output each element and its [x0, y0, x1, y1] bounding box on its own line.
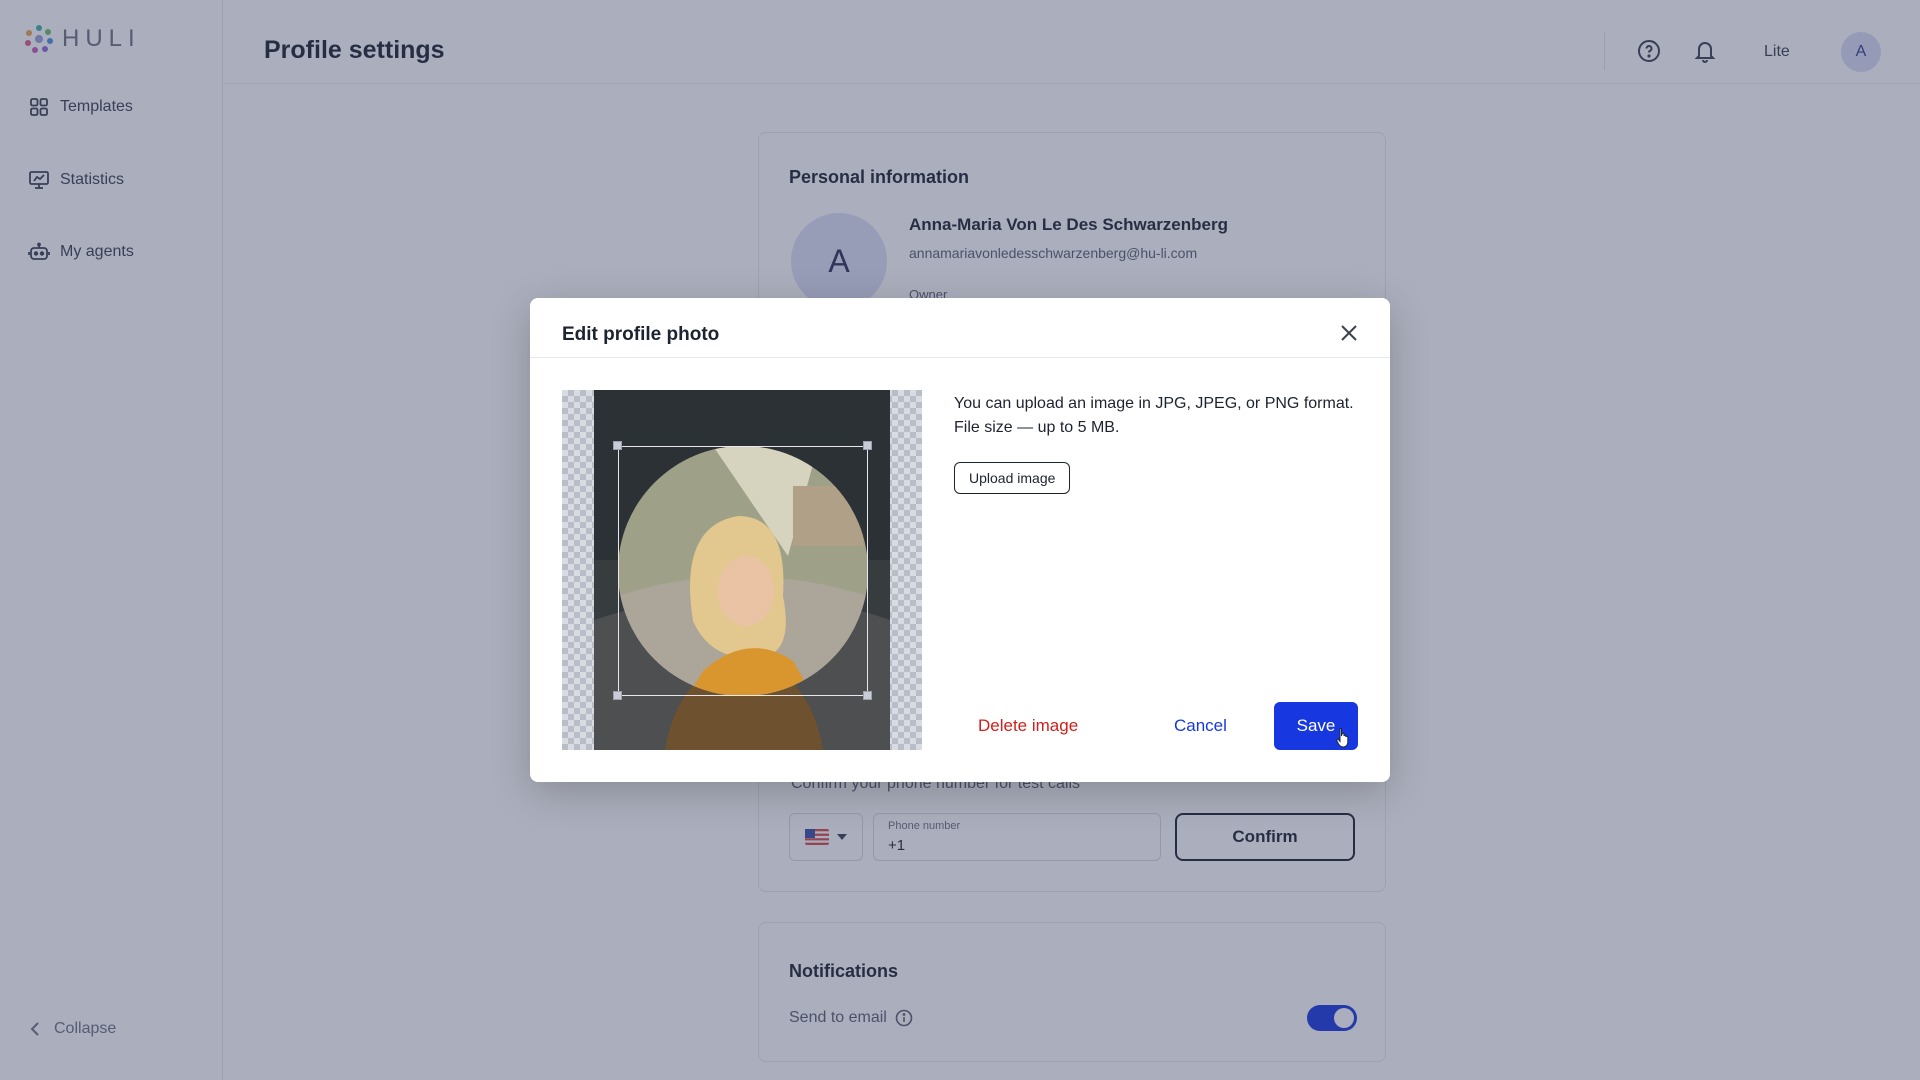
crop-handle-top-right[interactable] [863, 441, 872, 450]
upload-size-text: File size — up to 5 MB. [954, 419, 1120, 436]
modal-title: Edit profile photo [562, 324, 720, 345]
pointer-cursor-icon [1336, 728, 1349, 748]
upload-format-text: You can upload an image in JPG, JPEG, or… [954, 395, 1354, 412]
close-icon[interactable] [1338, 322, 1360, 344]
modal-header: Edit profile photo [530, 298, 1390, 358]
image-cropper[interactable] [562, 390, 922, 750]
cancel-button[interactable]: Cancel [1174, 716, 1227, 736]
crop-handle-bottom-right[interactable] [863, 691, 872, 700]
crop-handle-top-left[interactable] [613, 441, 622, 450]
upload-instructions: You can upload an image in JPG, JPEG, or… [954, 392, 1364, 440]
crop-handle-bottom-left[interactable] [613, 691, 622, 700]
crop-frame[interactable] [618, 446, 868, 696]
delete-image-button[interactable]: Delete image [978, 716, 1078, 736]
edit-photo-modal: Edit profile photo You can upload an ima… [530, 298, 1390, 782]
upload-image-button[interactable]: Upload image [954, 462, 1071, 494]
